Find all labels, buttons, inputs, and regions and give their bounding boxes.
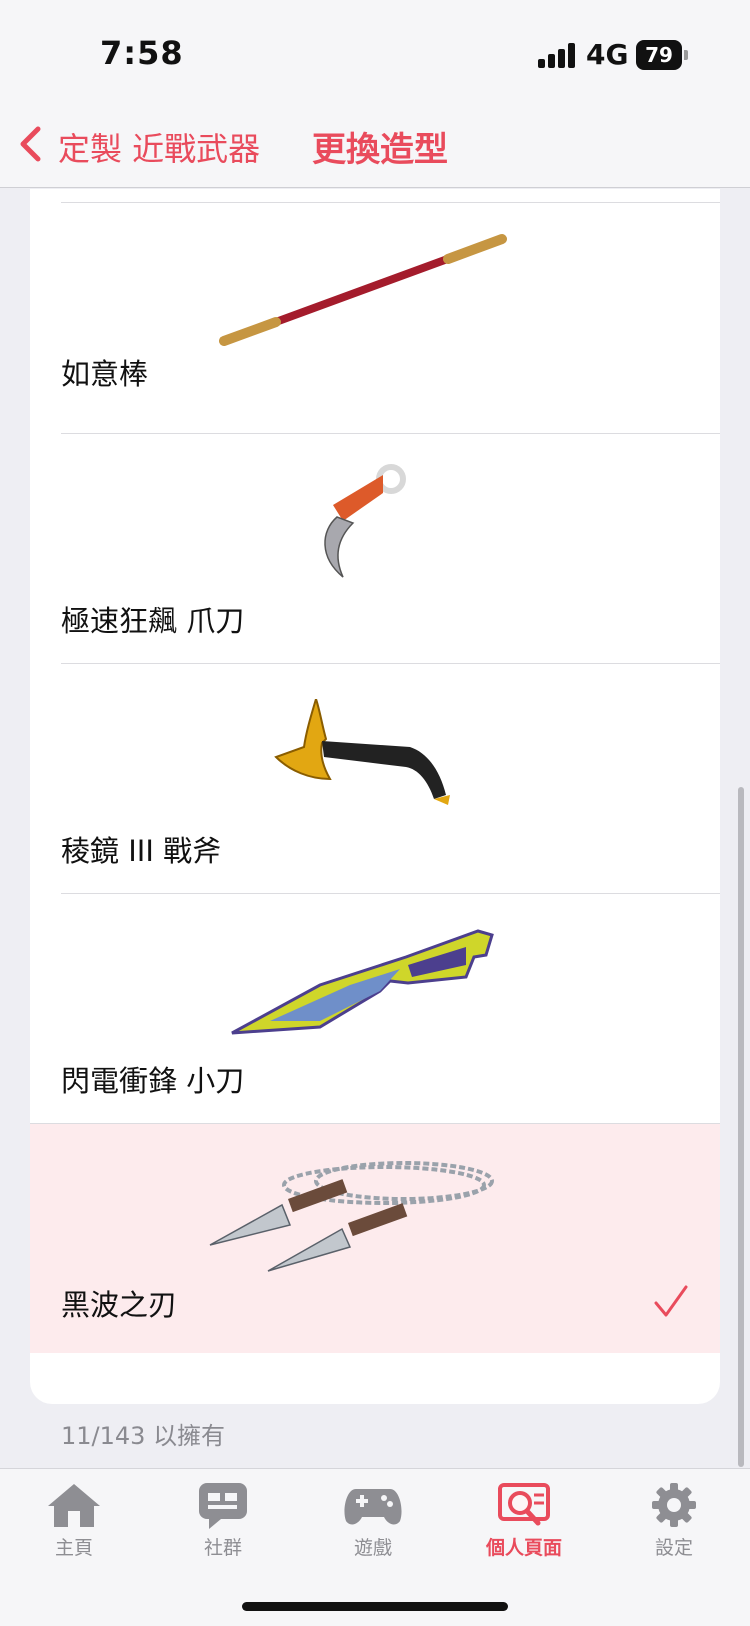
item-name: 極速狂飆 爪刀 — [61, 604, 245, 638]
tab-home[interactable]: 主頁 — [19, 1481, 129, 1571]
home-indicator — [242, 1602, 508, 1611]
profile-search-icon — [498, 1483, 550, 1526]
tab-profile[interactable]: 個人頁面 — [468, 1481, 580, 1571]
chevron-left-icon[interactable] — [16, 124, 46, 164]
list-item[interactable]: 稜鏡 III 戰斧 — [30, 663, 720, 903]
item-name: 稜鏡 III 戰斧 — [61, 834, 222, 868]
axe-icon — [274, 699, 450, 805]
divider — [30, 1123, 720, 1124]
cellular-signal-icon — [538, 42, 576, 68]
battery-tip — [684, 50, 688, 60]
back-button[interactable]: 定製 近戰武器 — [58, 124, 260, 170]
battery-icon: 79 — [636, 40, 682, 70]
skin-list-scroll[interactable]: 如意棒 極速狂飆 爪刀 稜鏡 III 戰斧 閃電衝鋒 小刀 黑波之刃 — [0, 189, 750, 1467]
item-name: 黑波之刃 — [61, 1288, 178, 1322]
tab-label: 設定 — [654, 1537, 693, 1559]
skin-list: 如意棒 極速狂飆 爪刀 稜鏡 III 戰斧 閃電衝鋒 小刀 黑波之刃 — [30, 189, 720, 1404]
divider — [61, 433, 720, 434]
divider — [61, 893, 720, 894]
scrollbar[interactable] — [738, 787, 744, 1467]
status-bar: 7:58 4G 79 — [0, 0, 750, 100]
tab-label: 個人頁面 — [485, 1537, 562, 1559]
page-title: 更換造型 — [312, 130, 448, 170]
checkmark-icon — [654, 1285, 688, 1317]
owned-count: 11/143 以擁有 — [61, 1422, 226, 1450]
home-icon — [48, 1484, 100, 1527]
tab-settings[interactable]: 設定 — [619, 1481, 729, 1571]
list-item-selected[interactable]: 黑波之刃 — [30, 1123, 720, 1353]
item-name: 如意棒 — [61, 357, 149, 391]
tab-label: 社群 — [203, 1537, 242, 1559]
navigation-bar: 定製 近戰武器 更換造型 — [0, 100, 750, 188]
status-time: 7:58 — [100, 34, 184, 72]
tab-label: 遊戲 — [353, 1537, 392, 1559]
divider — [61, 202, 720, 203]
chat-icon — [199, 1483, 247, 1529]
tab-community[interactable]: 社群 — [168, 1481, 278, 1571]
list-item[interactable]: 極速狂飆 爪刀 — [30, 433, 720, 673]
staff-icon — [219, 234, 507, 346]
kunai-chain-icon — [209, 1161, 494, 1272]
divider — [61, 663, 720, 664]
list-item[interactable]: 如意棒 — [30, 189, 720, 403]
gamepad-icon — [344, 1489, 402, 1525]
knife-icon — [231, 929, 494, 1035]
karambit-icon — [324, 464, 406, 578]
network-type: 4G — [586, 38, 629, 71]
list-item[interactable]: 閃電衝鋒 小刀 — [30, 893, 720, 1133]
item-name: 閃電衝鋒 小刀 — [61, 1064, 245, 1098]
tab-label: 主頁 — [54, 1537, 93, 1559]
tab-games[interactable]: 遊戲 — [318, 1481, 428, 1571]
gear-icon — [652, 1483, 696, 1527]
